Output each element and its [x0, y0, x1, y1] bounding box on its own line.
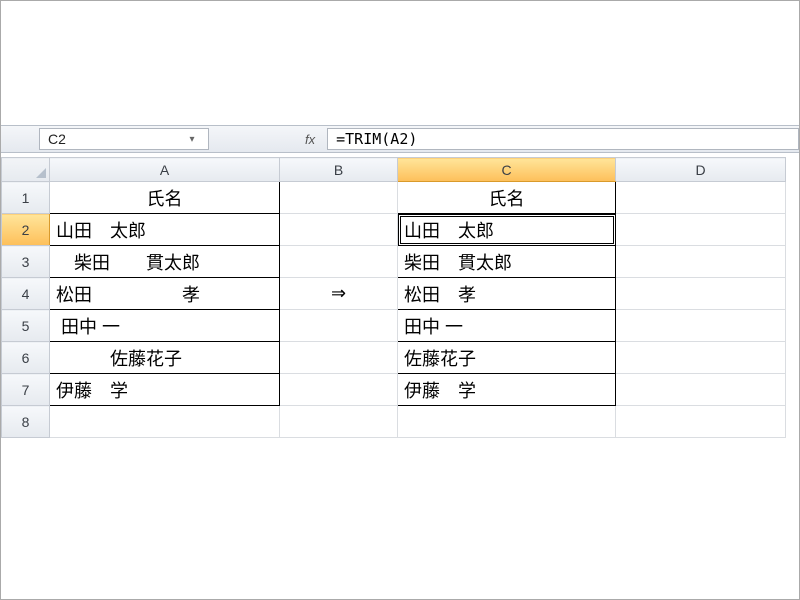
select-all-corner[interactable] — [2, 158, 50, 182]
col-header-a[interactable]: A — [50, 158, 280, 182]
col-header-c[interactable]: C — [398, 158, 616, 182]
row-header-1[interactable]: 1 — [2, 182, 50, 214]
name-box-value: C2 — [48, 131, 66, 147]
grid: A B C D 1 氏名 氏名 2 山田 太郎 山田 太郎 3 — [1, 157, 786, 438]
cell-b5[interactable] — [280, 310, 398, 342]
cell-a1[interactable]: 氏名 — [50, 182, 280, 214]
cell-c2[interactable]: 山田 太郎 — [398, 214, 616, 246]
cell-d4[interactable] — [616, 278, 786, 310]
cell-d3[interactable] — [616, 246, 786, 278]
formula-text: =TRIM(A2) — [336, 130, 417, 148]
col-header-b[interactable]: B — [280, 158, 398, 182]
name-box[interactable]: C2 ▾ — [39, 128, 209, 150]
fx-icon[interactable]: fx — [299, 132, 321, 147]
worksheet[interactable]: A B C D 1 氏名 氏名 2 山田 太郎 山田 太郎 3 — [1, 157, 799, 599]
cell-a7[interactable]: 伊藤 学 — [50, 374, 280, 406]
cell-a8[interactable] — [50, 406, 280, 438]
cell-d1[interactable] — [616, 182, 786, 214]
cell-a2[interactable]: 山田 太郎 — [50, 214, 280, 246]
row-header-8[interactable]: 8 — [2, 406, 50, 438]
cell-d7[interactable] — [616, 374, 786, 406]
cell-c3[interactable]: 柴田 貫太郎 — [398, 246, 616, 278]
row-header-3[interactable]: 3 — [2, 246, 50, 278]
cell-a4[interactable]: 松田 孝 — [50, 278, 280, 310]
cell-c6[interactable]: 佐藤花子 — [398, 342, 616, 374]
cell-c5[interactable]: 田中 一 — [398, 310, 616, 342]
formula-input[interactable]: =TRIM(A2) — [327, 128, 799, 150]
row-header-4[interactable]: 4 — [2, 278, 50, 310]
row-header-6[interactable]: 6 — [2, 342, 50, 374]
cell-a3[interactable]: 柴田 貫太郎 — [50, 246, 280, 278]
cell-b3[interactable] — [280, 246, 398, 278]
cell-b2[interactable] — [280, 214, 398, 246]
cell-d2[interactable] — [616, 214, 786, 246]
cell-d5[interactable] — [616, 310, 786, 342]
row-header-7[interactable]: 7 — [2, 374, 50, 406]
col-header-d[interactable]: D — [616, 158, 786, 182]
row-header-2[interactable]: 2 — [2, 214, 50, 246]
cell-c8[interactable] — [398, 406, 616, 438]
cell-b7[interactable] — [280, 374, 398, 406]
cell-b8[interactable] — [280, 406, 398, 438]
formula-bar: C2 ▾ fx =TRIM(A2) — [1, 125, 799, 153]
cell-a6[interactable]: 佐藤花子 — [50, 342, 280, 374]
cell-c4[interactable]: 松田 孝 — [398, 278, 616, 310]
cell-a5[interactable]: 田中 一 — [50, 310, 280, 342]
cell-d6[interactable] — [616, 342, 786, 374]
cell-b4[interactable]: ⇒ — [280, 278, 398, 310]
cell-c1[interactable]: 氏名 — [398, 182, 616, 214]
cell-b1[interactable] — [280, 182, 398, 214]
chevron-down-icon[interactable]: ▾ — [184, 134, 200, 145]
cell-d8[interactable] — [616, 406, 786, 438]
cell-c7[interactable]: 伊藤 学 — [398, 374, 616, 406]
row-header-5[interactable]: 5 — [2, 310, 50, 342]
cell-b6[interactable] — [280, 342, 398, 374]
app-frame: C2 ▾ fx =TRIM(A2) A B C D 1 氏名 氏名 — [0, 0, 800, 600]
